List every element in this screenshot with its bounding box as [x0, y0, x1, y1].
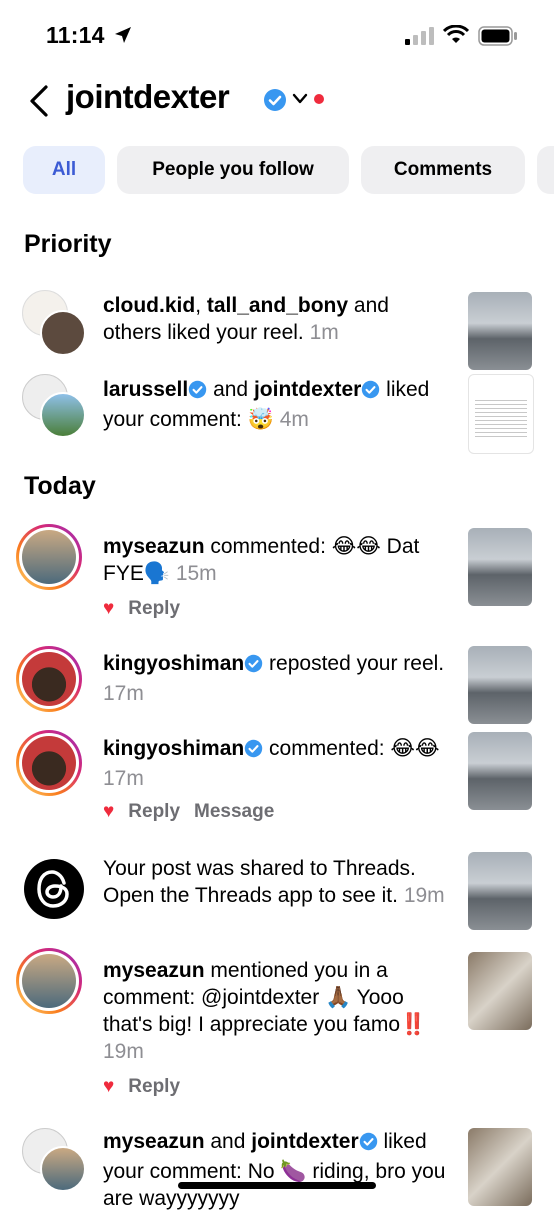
notification-fragment: and [204, 1130, 252, 1153]
username-link[interactable]: cloud.kid [103, 294, 195, 317]
filter-comments[interactable]: Comments [361, 146, 525, 194]
location-arrow-icon [115, 27, 131, 43]
avatar-stack[interactable] [22, 374, 86, 438]
notification-fragment: , [195, 294, 207, 317]
verified-badge-icon [188, 379, 207, 406]
notification-actions: ♥ Reply [103, 1076, 180, 1098]
post-thumbnail[interactable] [468, 646, 532, 724]
section-today: Today [24, 472, 96, 500]
notification-text[interactable]: cloud.kid, tall_and_bony and others like… [103, 292, 451, 346]
threads-logo-icon[interactable] [24, 859, 84, 919]
username-link[interactable]: myseazun [103, 959, 205, 982]
post-thumbnail[interactable] [468, 528, 532, 606]
cellular-signal-icon [405, 27, 434, 45]
avatar-stack[interactable] [22, 1128, 86, 1192]
notification-text[interactable]: kingyoshiman reposted your reel. 17m [103, 650, 451, 707]
filter-chips: All People you follow Comments [0, 146, 554, 196]
username-link[interactable]: kingyoshiman [103, 737, 244, 760]
verified-badge-icon [361, 379, 380, 406]
username-link[interactable]: larussell [103, 378, 188, 401]
post-thumbnail[interactable] [468, 292, 532, 370]
notification-text[interactable]: Your post was shared to Threads. Open th… [103, 855, 451, 909]
back-arrow-icon[interactable] [26, 83, 54, 119]
notification-text[interactable]: kingyoshiman commented: 😂😂 17m [103, 735, 451, 792]
section-priority: Priority [24, 230, 112, 258]
avatar [40, 1146, 86, 1192]
post-thumbnail[interactable] [468, 952, 532, 1030]
username-link[interactable]: tall_and_bony [207, 294, 348, 317]
like-heart-icon[interactable]: ♥ [103, 1076, 114, 1098]
notification-text[interactable]: myseazun and jointdexter liked your comm… [103, 1128, 451, 1212]
like-heart-icon[interactable]: ♥ [103, 801, 114, 823]
notification-fragment: commented: 😂😂 [263, 737, 440, 760]
avatar [22, 652, 76, 706]
timestamp: 1m [309, 321, 339, 344]
avatar [40, 392, 86, 438]
timestamp: 17m [103, 767, 144, 790]
header: jointdexter [0, 75, 554, 125]
avatar-story-ring[interactable] [16, 948, 82, 1014]
verified-badge-icon [359, 1131, 378, 1158]
avatar [22, 736, 76, 790]
battery-icon [478, 26, 517, 46]
timestamp: 15m [175, 562, 217, 585]
notification-actions: ♥ Reply [103, 598, 180, 620]
message-button[interactable]: Message [194, 801, 274, 823]
post-thumbnail[interactable] [468, 1128, 532, 1206]
post-thumbnail[interactable] [468, 732, 532, 810]
avatar-stack[interactable] [22, 290, 86, 356]
timestamp: 19m [103, 1040, 144, 1063]
username-link[interactable]: myseazun [103, 1130, 205, 1153]
notification-fragment: Your post was shared to Threads. Open th… [103, 857, 416, 907]
username-link[interactable]: kingyoshiman [103, 652, 244, 675]
filter-people-you-follow[interactable]: People you follow [117, 146, 349, 194]
notification-text[interactable]: larussell and jointdexter liked your com… [103, 376, 451, 433]
notification-text[interactable]: myseazun mentioned you in a comment: @jo… [103, 957, 451, 1065]
account-username[interactable]: jointdexter [66, 78, 230, 116]
home-indicator[interactable] [178, 1182, 376, 1189]
verified-badge-icon [244, 653, 263, 680]
notification-fragment: and [207, 378, 254, 401]
timestamp: 17m [103, 682, 144, 705]
wifi-icon [443, 25, 469, 43]
notification-fragment: reposted your reel. [263, 652, 445, 675]
verified-badge-icon [264, 89, 286, 111]
reply-button[interactable]: Reply [128, 598, 180, 620]
like-heart-icon[interactable]: ♥ [103, 598, 114, 620]
username-link[interactable]: jointdexter [254, 378, 361, 401]
notification-text[interactable]: myseazun commented: 😂😂 Dat FYE🗣️ 15m [103, 533, 451, 587]
reply-button[interactable]: Reply [128, 801, 180, 823]
timestamp: 4m [279, 408, 309, 431]
avatar-story-ring[interactable] [16, 730, 82, 796]
timestamp: 19m [403, 884, 445, 907]
avatar [22, 954, 76, 1008]
verified-badge-icon [244, 738, 263, 765]
filter-next[interactable] [537, 146, 554, 194]
filter-all[interactable]: All [23, 146, 105, 194]
post-thumbnail[interactable] [468, 374, 534, 454]
unread-dot [314, 94, 324, 104]
avatar [22, 530, 76, 584]
post-thumbnail[interactable] [468, 852, 532, 930]
status-bar: 11:14 [0, 0, 554, 72]
reply-button[interactable]: Reply [128, 1076, 180, 1098]
avatar-story-ring[interactable] [16, 524, 82, 590]
avatar [40, 310, 86, 356]
username-link[interactable]: myseazun [103, 535, 205, 558]
chevron-down-icon[interactable] [292, 92, 308, 106]
notification-actions: ♥ Reply Message [103, 801, 274, 823]
avatar-story-ring[interactable] [16, 646, 82, 712]
thumbnail-text-lines [475, 397, 527, 437]
username-link[interactable]: jointdexter [251, 1130, 358, 1153]
status-time: 11:14 [46, 22, 105, 48]
